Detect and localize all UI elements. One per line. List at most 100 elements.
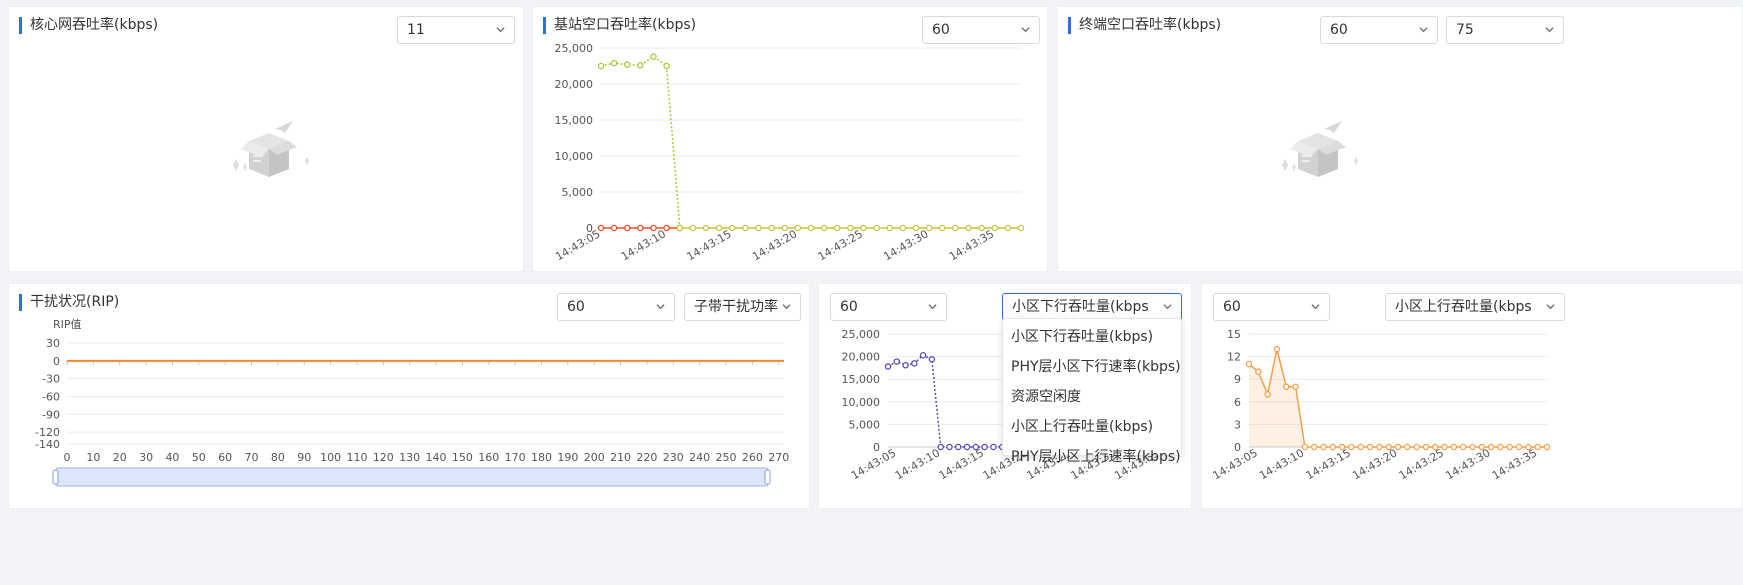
x-tick-label: 10 — [86, 451, 100, 464]
y-tick-label: 10,000 — [842, 396, 881, 409]
core-count-value: 11 — [407, 22, 425, 38]
data-point — [663, 62, 670, 70]
y-tick-label: 3 — [1234, 418, 1241, 431]
core-count-select[interactable]: 11 — [397, 16, 515, 44]
data-point — [946, 443, 953, 451]
y-tick-label: 20,000 — [842, 351, 881, 364]
y-tick-label: 20,000 — [555, 78, 594, 91]
data-point — [912, 224, 920, 232]
data-point — [1320, 443, 1327, 451]
data-point — [873, 224, 880, 232]
dropdown-option[interactable]: PHY层小区下行速率(kbps) — [1003, 352, 1181, 382]
data-point — [624, 61, 631, 68]
data-point — [1441, 443, 1448, 451]
x-tick-label: 60 — [218, 451, 232, 464]
data-point — [676, 224, 683, 232]
bs-throughput-chart: 25,00020,00015,00010,0005,000014:43:05 14… — [553, 42, 1025, 263]
data-point — [833, 224, 841, 232]
rip-count-value: 60 — [567, 299, 585, 315]
dropdown-option[interactable]: 小区下行吞吐量(kbps) — [1003, 322, 1181, 352]
x-tick-label: 14:43:15 — [937, 446, 986, 482]
data-point — [637, 62, 644, 69]
data-point — [794, 224, 802, 232]
data-point — [963, 443, 971, 451]
x-tick-label: 14:43:10 — [893, 446, 942, 482]
ul-throughput-panel: 60 小区上行吞吐量(kbps 15 12 9 6 3 0 14:43:05 14:43:10… — [1201, 283, 1743, 509]
data-point — [1394, 443, 1402, 451]
data-point — [597, 62, 605, 70]
data-point — [937, 443, 944, 451]
zoom-slider-handle-left — [52, 469, 59, 485]
data-point — [954, 443, 962, 451]
y-tick-label: -30 — [42, 373, 60, 386]
ue-id-select[interactable]: 75 — [1446, 16, 1564, 44]
data-point — [1506, 443, 1513, 451]
x-tick-label: 220 — [636, 451, 657, 464]
data-point — [1366, 443, 1374, 451]
data-point — [860, 224, 867, 232]
data-point — [1357, 443, 1364, 451]
rip-type-value: 子带干扰功率 — [694, 299, 778, 315]
chevron-down-icon — [1546, 304, 1555, 310]
y-tick-label: 10,000 — [555, 150, 594, 163]
data-point — [715, 224, 723, 232]
data-point — [899, 224, 907, 232]
x-tick-label: 14:43:35 — [947, 227, 996, 263]
ue-throughput-title: 终端空口吞吐率(kbps) — [1068, 17, 1221, 34]
data-point — [1292, 383, 1299, 390]
data-point — [1543, 443, 1551, 451]
x-tick-label: 14:43:30 — [1443, 446, 1492, 482]
data-point — [1469, 443, 1476, 451]
dropdown-option[interactable]: 资源空闲度 — [1003, 382, 1181, 412]
ul-count-value: 60 — [1223, 299, 1241, 315]
y-axis-label: RIP值 — [53, 318, 82, 331]
series-area — [1249, 349, 1547, 447]
dl-metric-dropdown: 小区下行吞吐量(kbps) PHY层小区下行速率(kbps) 资源空闲度 小区上… — [1002, 318, 1182, 465]
data-point — [820, 224, 828, 232]
y-tick-label: 5,000 — [562, 186, 594, 199]
data-point — [1497, 443, 1504, 451]
x-tick-label: 230 — [663, 451, 684, 464]
data-point — [981, 443, 988, 451]
x-tick-label: 100 — [320, 451, 341, 464]
x-tick-label: 140 — [426, 451, 447, 464]
dropdown-option[interactable]: PHY层小区上行速率(kbps) — [1003, 442, 1181, 472]
data-point — [650, 53, 657, 60]
ue-id-value: 75 — [1456, 22, 1474, 38]
data-point — [1329, 443, 1337, 451]
data-point — [1310, 443, 1318, 451]
chevron-down-icon — [1021, 27, 1030, 33]
zoom-slider-handle-right — [764, 469, 771, 485]
x-tick-label: 14:43:15 — [684, 227, 733, 263]
data-point — [807, 224, 815, 232]
x-tick-label: 130 — [399, 451, 420, 464]
y-tick-label: -140 — [35, 438, 60, 451]
x-tick-label: 250 — [716, 451, 737, 464]
data-point — [1450, 443, 1458, 451]
data-point — [597, 224, 605, 232]
x-tick-label: 14:43:20 — [750, 227, 799, 263]
data-point — [1478, 443, 1486, 451]
data-point — [663, 224, 670, 232]
y-tick-label: 0 — [873, 441, 880, 454]
data-point — [886, 224, 893, 232]
x-tick-label: 210 — [610, 451, 631, 464]
data-point — [1422, 443, 1430, 451]
dropdown-option[interactable]: 小区上行吞吐量(kbps) — [1003, 412, 1181, 442]
y-tick-label: -90 — [42, 408, 60, 421]
core-throughput-title: 核心网吞吐率(kbps) — [19, 17, 158, 34]
data-point — [1376, 443, 1383, 451]
ul-metric-value: 小区上行吞吐量(kbps — [1395, 299, 1532, 315]
data-point — [728, 224, 736, 232]
chevron-down-icon — [1311, 304, 1320, 310]
data-point — [610, 224, 618, 232]
chevron-down-icon — [928, 304, 937, 310]
x-tick-label: 240 — [689, 451, 710, 464]
x-tick-label: 260 — [742, 451, 763, 464]
ue-count-select[interactable]: 60 — [1320, 16, 1438, 44]
x-tick-label: 80 — [271, 451, 285, 464]
empty-box-icon — [233, 121, 309, 177]
x-tick-label: 160 — [478, 451, 499, 464]
ue-throughput-panel: 终端空口吞吐率(kbps) 60 75 — [1057, 6, 1743, 272]
data-point — [1385, 443, 1392, 451]
